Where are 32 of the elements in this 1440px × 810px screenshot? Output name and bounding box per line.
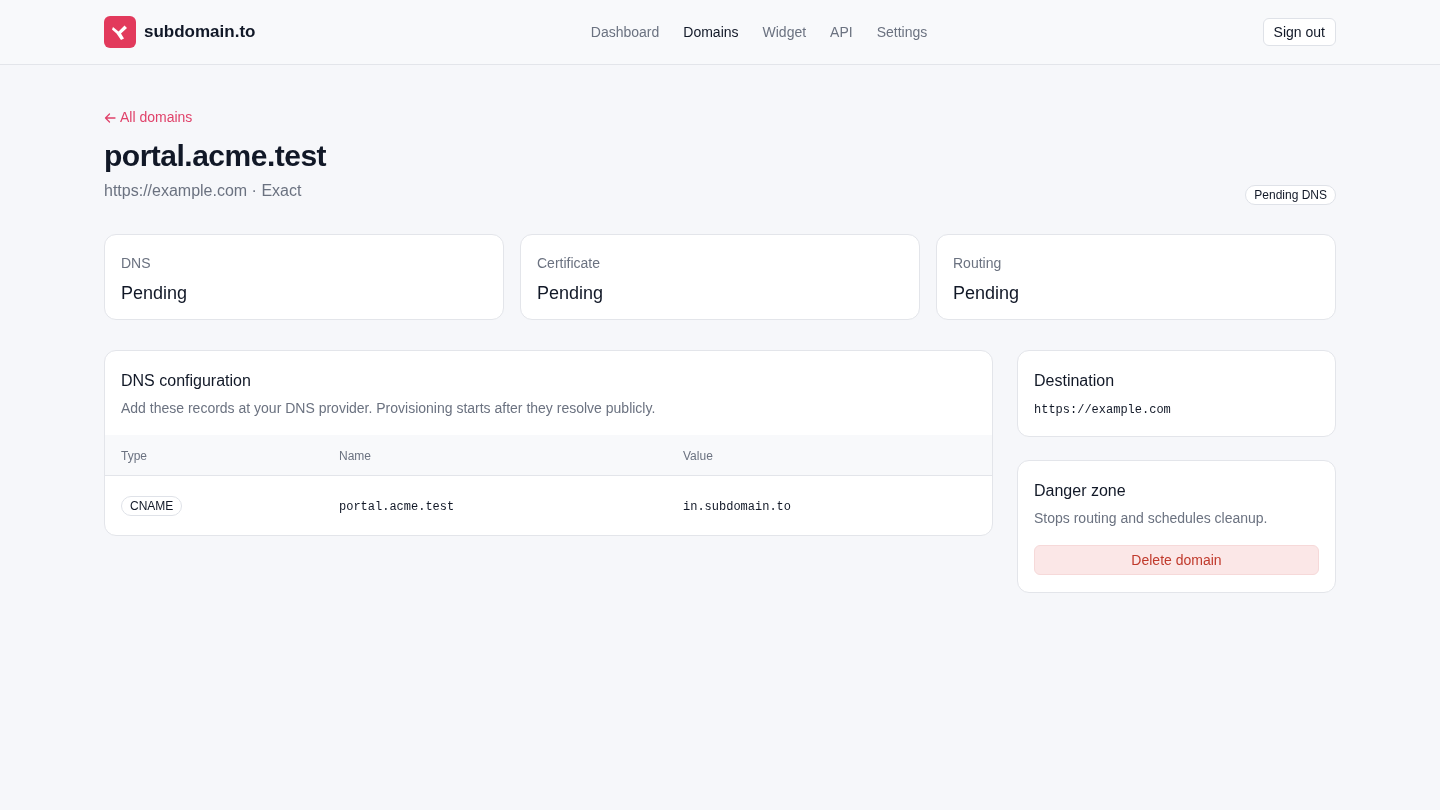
- back-link[interactable]: All domains: [104, 107, 193, 128]
- nav-link[interactable]: Widget: [762, 21, 807, 43]
- status-badge: Pending DNS: [1245, 185, 1336, 205]
- page-title: portal.acme.test: [104, 138, 327, 174]
- status-label: DNS: [121, 254, 151, 273]
- nav-link[interactable]: Dashboard: [590, 21, 660, 43]
- status-value: Pending: [537, 282, 604, 305]
- status-label: Routing: [953, 254, 1002, 273]
- table-cell: portal.acme.test: [339, 500, 455, 515]
- column-header: Type: [121, 448, 147, 463]
- logo-icon: [104, 16, 136, 48]
- card-title: Destination: [1034, 371, 1115, 391]
- card-title: DNS configuration: [121, 371, 251, 391]
- card-description: Add these records at your DNS provider. Provisioning starts after they resolve publicly.: [121, 399, 656, 418]
- nav-link[interactable]: Settings: [876, 21, 928, 43]
- nav-link[interactable]: API: [830, 21, 853, 43]
- column-header: Value: [683, 448, 713, 463]
- column-header: Name: [339, 448, 371, 463]
- delete-domain-button[interactable]: Delete domain: [1034, 545, 1319, 575]
- record-type-tag: CNAME: [121, 496, 183, 517]
- status-label: Certificate: [537, 254, 601, 273]
- card-description: Stops routing and schedules cleanup.: [1034, 509, 1268, 528]
- status-value: Pending: [121, 282, 188, 305]
- sign-out-button[interactable]: Sign out: [1262, 18, 1336, 46]
- page-subtitle: https://example.com · Exact: [104, 181, 302, 201]
- brand-name[interactable]: subdomain.to: [144, 19, 256, 45]
- table-cell: in.subdomain.to: [683, 500, 792, 515]
- card-title: Danger zone: [1034, 481, 1126, 501]
- nav-link[interactable]: Domains: [683, 21, 739, 43]
- arrow-left-icon: [104, 111, 116, 124]
- destination-url: https://example.com: [1034, 402, 1171, 419]
- status-value: Pending: [953, 282, 1020, 305]
